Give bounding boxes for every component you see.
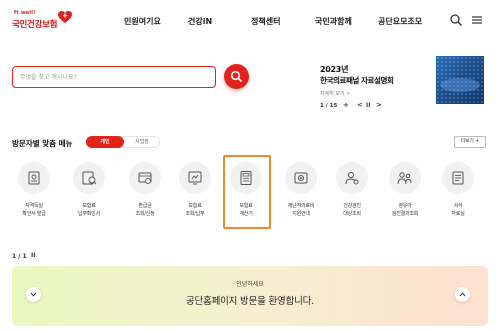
service-label-line1: 서식	[453, 203, 463, 209]
search-button[interactable]	[224, 64, 249, 89]
forms-library-icon	[452, 171, 464, 185]
banner-image[interactable]	[436, 56, 484, 104]
site-header: ft well! 국민건강보험 민원여기요 건강iN 정책센터 국민과함께 공단…	[0, 0, 500, 44]
service-label-line2: 납부확인서	[77, 210, 100, 217]
logo-heart-icon	[58, 11, 72, 23]
banner-prev-button[interactable]: <	[357, 101, 363, 109]
service-health-checkup-target[interactable]: 건강검진 대상조회	[331, 161, 375, 231]
service-premium-calculator[interactable]: 보험료 계산기	[225, 161, 269, 231]
search-box	[12, 66, 216, 88]
service-label: 재난적의료비 지원안내	[274, 203, 328, 218]
nav-civil-service[interactable]: 민원여기요	[124, 16, 161, 27]
welcome-banner: 안녕하세요 공단홈페이지 방문을 환영합니다.	[12, 266, 488, 326]
logo-text: 국민건강보험	[12, 20, 58, 30]
banner-more-link[interactable]: 자세히 보기 >	[320, 90, 350, 97]
slider-page-indicator: 1 / 1	[12, 253, 27, 260]
service-eligibility-certificate[interactable]: 자격득실 확인서 발급	[13, 161, 57, 231]
service-label-line1: 보험료	[82, 203, 96, 209]
service-label: 건강검진 대상조회	[325, 203, 379, 218]
nav-policy-center[interactable]: 정책센터	[251, 16, 280, 27]
welcome-message: 공단홈페이지 방문을 환영합니다.	[185, 296, 315, 307]
health-checkup-icon	[345, 171, 359, 185]
welcome-greeting: 안녕하세요	[236, 281, 264, 288]
certificate-icon	[28, 171, 40, 185]
payment-confirmation-icon	[82, 171, 97, 185]
more-button[interactable]: 더보기 +	[454, 136, 486, 148]
service-label-line1: 자격득실	[25, 203, 43, 209]
service-label-line1: 환급금	[138, 203, 152, 209]
tab-business[interactable]: 사업장	[124, 136, 160, 148]
service-icon-circle	[230, 162, 262, 194]
service-label-line1: 영유아	[398, 203, 412, 209]
chevron-up-icon	[459, 292, 466, 297]
service-payment-confirmation[interactable]: 보험료 납부확인서	[68, 161, 112, 231]
hamburger-menu-icon[interactable]	[470, 13, 484, 27]
service-label-line2: 검진결과조회	[391, 210, 419, 217]
tab-personal[interactable]: 개인	[86, 136, 124, 148]
banner-next-button[interactable]: >	[376, 101, 382, 109]
menu-section-title: 방문자별 맞춤 메뉴	[12, 139, 73, 148]
service-label-line1: 보험료	[239, 203, 253, 209]
medical-support-icon	[294, 172, 308, 184]
banner-image-highlight	[440, 78, 480, 92]
service-icon-circle	[442, 162, 474, 194]
service-icon-circle	[18, 162, 50, 194]
welcome-expand-button[interactable]	[455, 287, 470, 302]
service-icon-circle	[129, 162, 161, 194]
service-refund[interactable]: 환급금 조회/신청	[124, 161, 168, 231]
service-label: 자격득실 확인서 발급	[7, 203, 61, 218]
infant-checkup-icon	[397, 172, 412, 185]
service-infant-checkup-result[interactable]: 영유아 검진결과조회	[384, 161, 428, 231]
service-label-line2: 대상조회	[343, 210, 361, 217]
service-label-line2: 지원안내	[292, 210, 310, 217]
service-label-line2: 조회/신청	[135, 210, 155, 217]
banner-page-indicator: 1 / 15	[320, 103, 338, 109]
premium-inquiry-icon	[188, 171, 202, 185]
search-icon[interactable]	[449, 13, 463, 27]
service-label-line1: 보험료	[188, 203, 202, 209]
banner-year: 2023년	[320, 65, 349, 74]
service-label-line2: 확인서 발급	[22, 210, 46, 217]
search-input[interactable]	[20, 70, 210, 84]
service-label-line2: 계산기	[239, 210, 253, 217]
service-label: 보험료 계산기	[219, 203, 273, 218]
service-forms-library[interactable]: 서식 자료실	[437, 161, 481, 231]
service-label: 보험료 납부확인서	[62, 203, 116, 218]
site-logo[interactable]: ft well! 국민건강보험	[12, 9, 74, 33]
nav-health-in[interactable]: 건강iN	[188, 16, 212, 27]
banner-pause-button[interactable]: II	[366, 102, 370, 109]
service-label: 서식 자료실	[431, 203, 485, 218]
calculator-icon	[240, 171, 252, 185]
banner-title[interactable]: 한국의료패널 자료설명회	[320, 75, 394, 86]
service-label: 영유아 검진결과조회	[378, 203, 432, 218]
service-premium-inquiry[interactable]: 보험료 조회/납부	[174, 161, 218, 231]
menu-tab-group: 개인 사업장	[86, 136, 160, 148]
banner-expand-button[interactable]: +	[343, 101, 349, 109]
logo-tagline: ft well!	[14, 10, 36, 16]
service-label-line1: 재난적의료비	[287, 203, 315, 209]
service-label-line2: 조회/납부	[185, 210, 205, 217]
service-icon-circle	[336, 162, 368, 194]
refund-icon	[138, 172, 152, 184]
service-icon-circle	[73, 162, 105, 194]
service-icon-circle	[285, 162, 317, 194]
service-medical-expense-support[interactable]: 재난적의료비 지원안내	[280, 161, 324, 231]
search-icon	[230, 70, 243, 83]
service-label-line2: 자료실	[451, 210, 465, 217]
slider-pause-button[interactable]: II	[31, 252, 35, 259]
service-label: 환급금 조회/신청	[118, 203, 172, 218]
nav-with-public[interactable]: 국민과함께	[315, 16, 352, 27]
nav-about-corporation[interactable]: 공단요모조모	[378, 16, 422, 27]
service-label-line1: 건강검진	[343, 203, 361, 209]
service-icon-circle	[389, 162, 421, 194]
service-label: 보험료 조회/납부	[168, 203, 222, 218]
service-icon-circle	[179, 162, 211, 194]
